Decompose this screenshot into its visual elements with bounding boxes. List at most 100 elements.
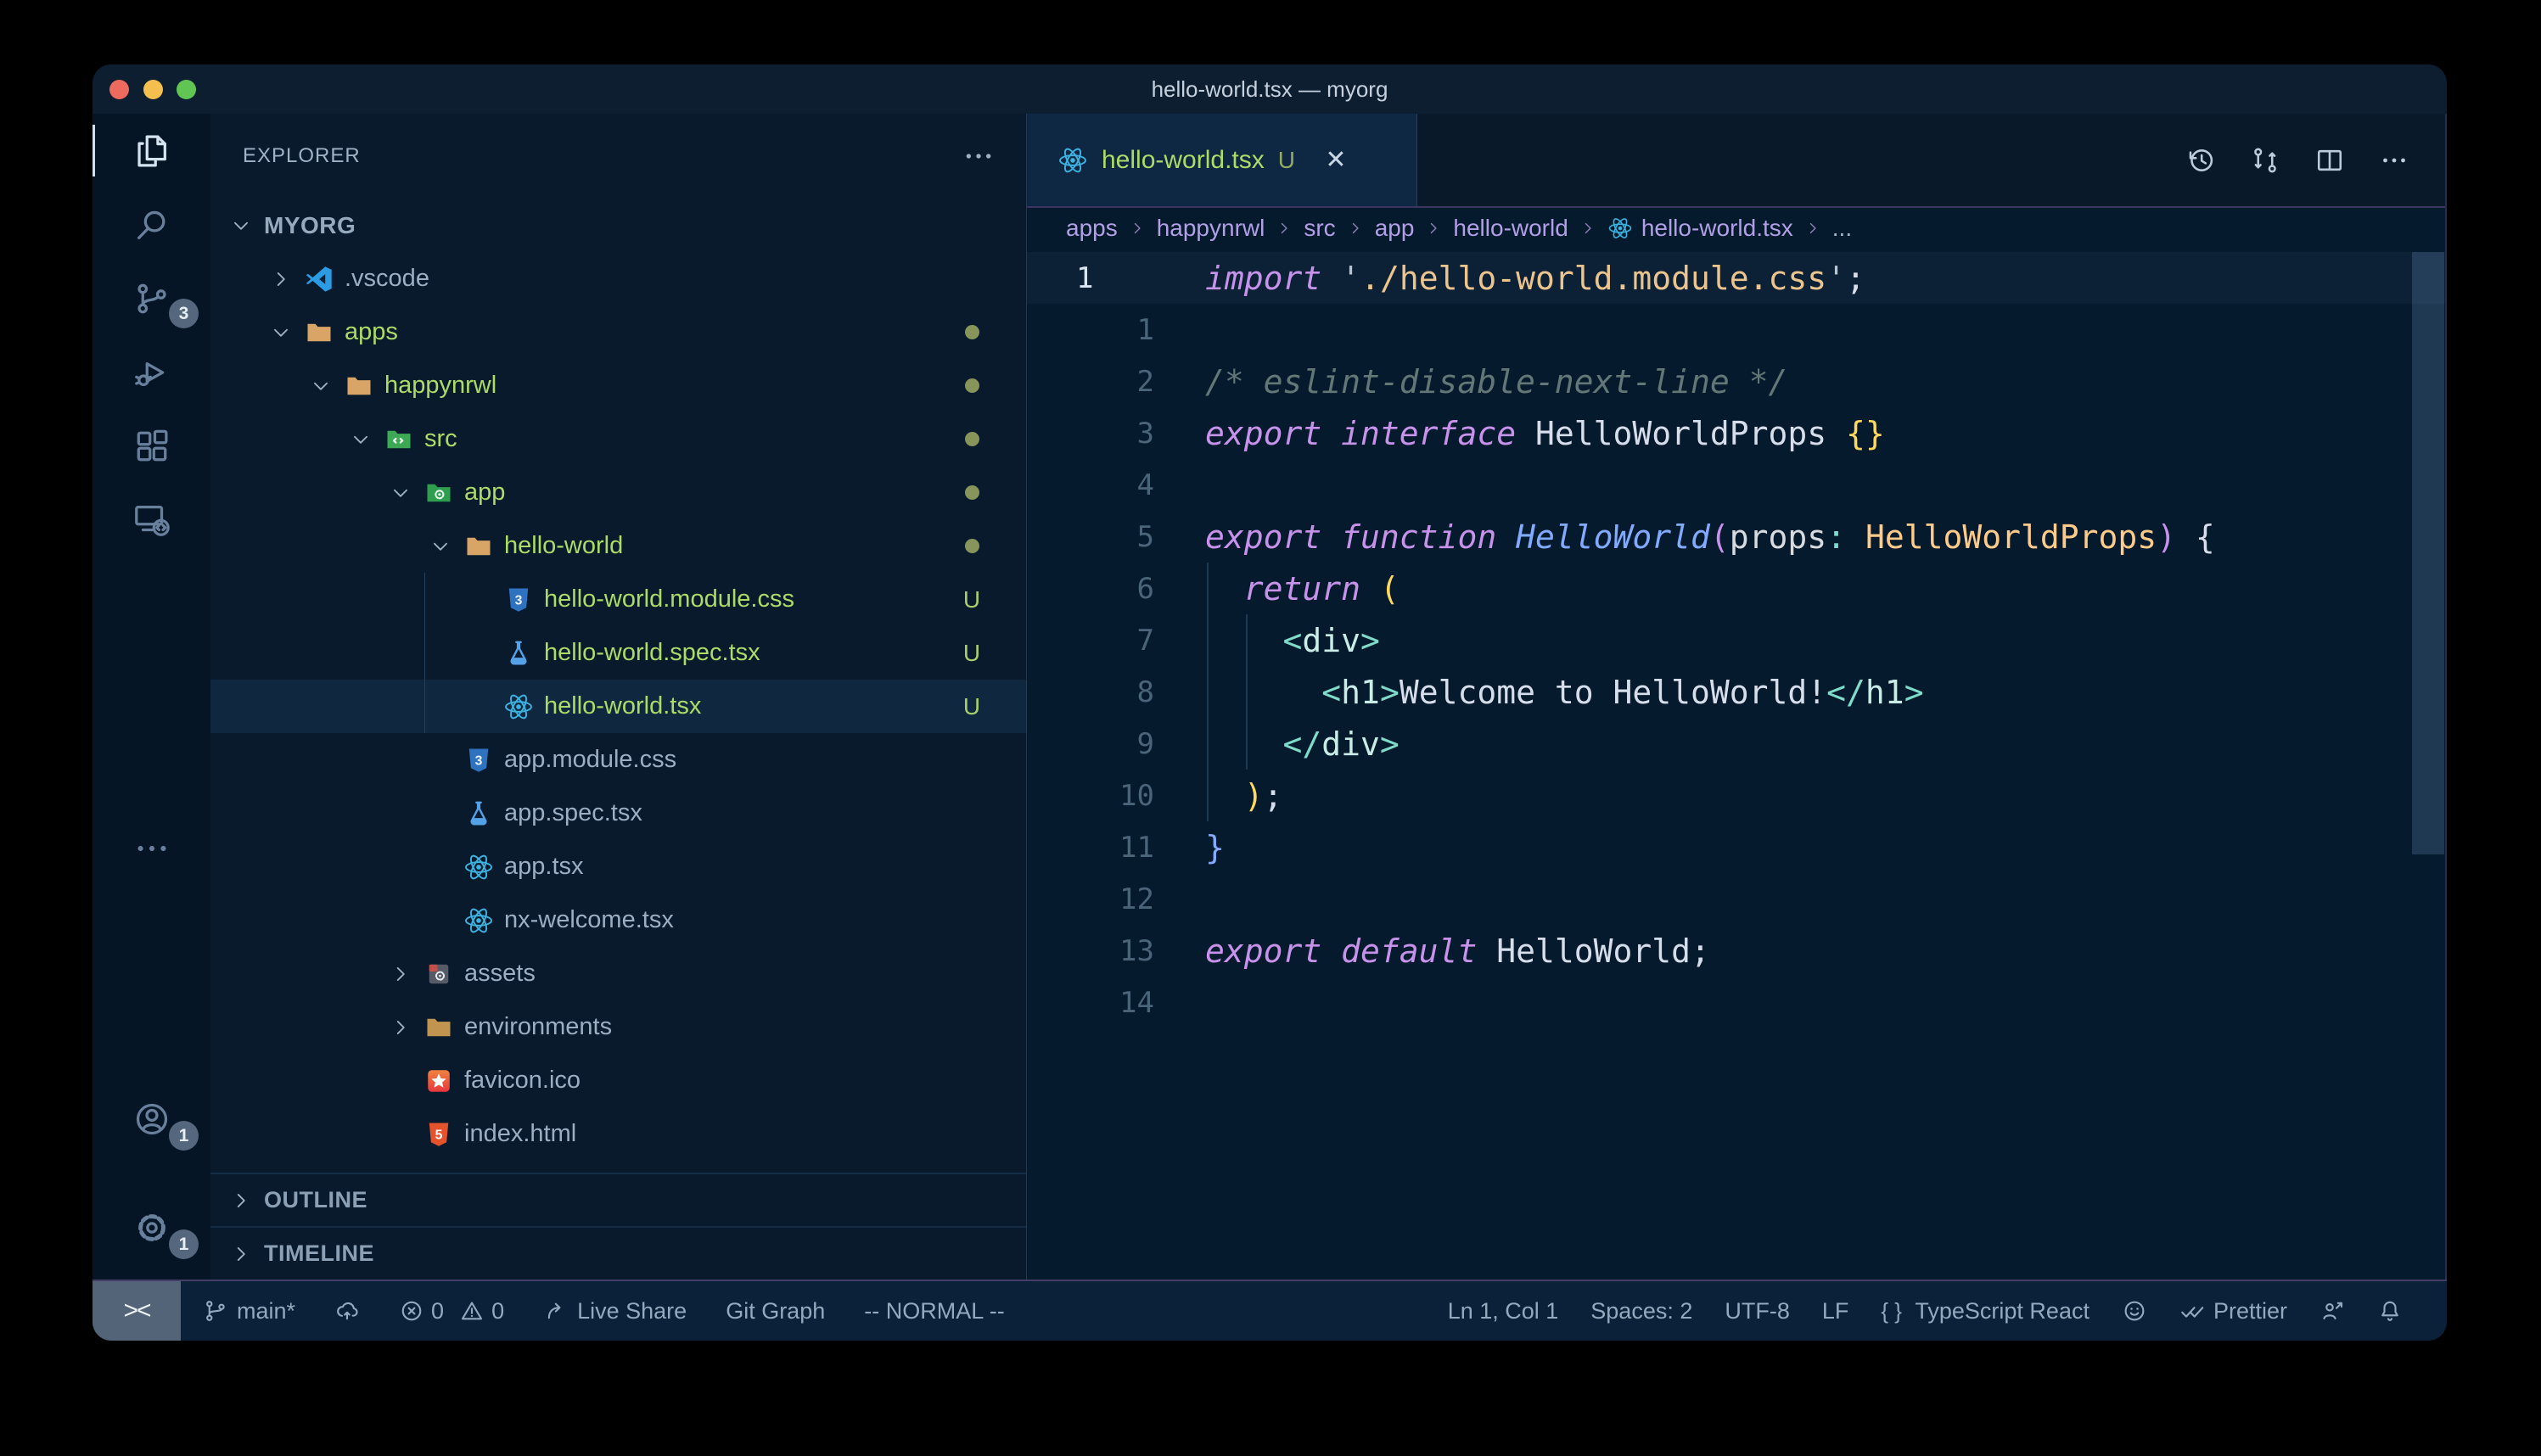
tree-item-app[interactable]: app <box>210 466 1026 519</box>
status-problems[interactable]: 00 <box>399 1298 504 1324</box>
tab-hello-world-tsx[interactable]: hello-world.tsx U ✕ <box>1027 114 1417 206</box>
folder-open-icon <box>344 371 374 401</box>
tree-root-myorg[interactable]: MYORG <box>210 199 1026 252</box>
code-line[interactable]: 5export function HelloWorld(props: Hello… <box>1027 511 2447 563</box>
open-changes-icon[interactable] <box>2250 145 2280 176</box>
tree-item-index-html[interactable]: 5index.html <box>210 1107 1026 1161</box>
code-line[interactable]: 14 <box>1027 977 2447 1028</box>
tree-item-hello-world-module-css[interactable]: 3hello-world.module.cssU <box>210 573 1026 626</box>
editor-scrollbar[interactable] <box>2412 252 2444 854</box>
status-label: -- NORMAL -- <box>864 1298 1004 1324</box>
line-number: 1 <box>1027 313 1154 347</box>
status-bar: >< main* 00 Live Share Git Graph -- NORMAL -… <box>93 1280 2447 1341</box>
section-label: OUTLINE <box>264 1187 367 1213</box>
close-tab-icon[interactable]: ✕ <box>1319 143 1353 177</box>
code-line[interactable]: 8 <h1>Welcome to HelloWorld!</h1> <box>1027 666 2447 718</box>
activity-bar-item-remote-explorer[interactable] <box>93 483 210 557</box>
double-check-icon <box>2179 1298 2205 1324</box>
line-number: 10 <box>1027 779 1154 813</box>
activity-bar-item-explorer[interactable] <box>93 114 210 188</box>
tree-item-src[interactable]: src <box>210 412 1026 466</box>
chevron-right-icon <box>390 963 424 985</box>
activity-bar-item-accounts[interactable]: 1 <box>93 1081 210 1157</box>
code-line[interactable]: 6 return ( <box>1027 563 2447 614</box>
activity-bar-item-run-and-debug[interactable] <box>93 335 210 409</box>
tree-item-label: hello-world.module.css <box>544 585 794 613</box>
code-line[interactable]: 13export default HelloWorld; <box>1027 925 2447 977</box>
tree-item-app-module-css[interactable]: 3app.module.css <box>210 733 1026 787</box>
activity-bar-item-source-control[interactable]: 3 <box>93 261 210 335</box>
status-language-mode[interactable]: { }TypeScript React <box>1881 1298 2089 1324</box>
breadcrumb-item-hello-world-tsx[interactable]: hello-world.tsx <box>1607 215 1793 242</box>
tree-item-app-tsx[interactable]: app.tsx <box>210 840 1026 893</box>
live-share-icon <box>543 1298 569 1324</box>
status-encoding[interactable]: UTF-8 <box>1725 1298 1790 1324</box>
extensions-icon <box>132 427 171 466</box>
code-line[interactable]: 3export interface HelloWorldProps {} <box>1027 407 2447 459</box>
tree-item-app-spec-tsx[interactable]: app.spec.tsx <box>210 787 1026 840</box>
code-line[interactable]: 12 <box>1027 873 2447 925</box>
activity-bar-item-manage[interactable]: 1 <box>93 1190 210 1266</box>
breadcrumb-item-apps[interactable]: apps <box>1066 215 1118 242</box>
tree-item-apps[interactable]: apps <box>210 305 1026 359</box>
activity-bar-item-search[interactable] <box>93 188 210 261</box>
status-indentation[interactable]: Spaces: 2 <box>1590 1298 1692 1324</box>
tree-item-hello-world[interactable]: hello-world <box>210 519 1026 573</box>
breadcrumb-item-app[interactable]: app <box>1375 215 1415 242</box>
code-line[interactable]: 4 <box>1027 459 2447 511</box>
html5-icon: 5 <box>424 1119 454 1150</box>
code-line[interactable]: 1import './hello-world.module.css'; <box>1027 252 2447 304</box>
warning-icon <box>459 1298 485 1324</box>
section-outline[interactable]: OUTLINE <box>210 1173 1026 1226</box>
status-git-branch[interactable]: main* <box>203 1298 295 1324</box>
more-actions-icon[interactable] <box>2379 145 2409 176</box>
status-publish-changes[interactable] <box>334 1298 360 1324</box>
status-cursor-position[interactable]: Ln 1, Col 1 <box>1448 1298 1559 1324</box>
breadcrumb-label: hello-world <box>1453 215 1568 242</box>
tree-item-label: apps <box>345 318 398 346</box>
breadcrumb-item--[interactable]: ... <box>1832 215 1852 242</box>
code-line[interactable]: 7 <div> <box>1027 614 2447 666</box>
breadcrumb-separator-icon <box>1425 220 1442 237</box>
code-line[interactable]: 2/* eslint-disable-next-line */ <box>1027 356 2447 407</box>
status-prettier[interactable]: Prettier <box>2179 1298 2287 1324</box>
code-line[interactable]: 11} <box>1027 821 2447 873</box>
status-git-graph[interactable]: Git Graph <box>726 1298 825 1324</box>
status-eol[interactable]: LF <box>1822 1298 1849 1324</box>
breadcrumb-item-hello-world[interactable]: hello-world <box>1453 215 1568 242</box>
status-label: Ln 1, Col 1 <box>1448 1298 1559 1324</box>
split-editor-icon[interactable] <box>2314 145 2345 176</box>
tree-item-happynrwl[interactable]: happynrwl <box>210 359 1026 412</box>
activity-bar-item-extensions[interactable] <box>93 409 210 483</box>
status-feedback[interactable] <box>2122 1298 2147 1324</box>
tree-item-favicon-ico[interactable]: favicon.ico <box>210 1054 1026 1107</box>
explorer-more-actions-icon[interactable] <box>962 139 996 173</box>
activity-bar-item-more[interactable] <box>93 811 210 885</box>
tree-item-nx-welcome-tsx[interactable]: nx-welcome.tsx <box>210 893 1026 947</box>
code-line[interactable]: 1 <box>1027 304 2447 356</box>
breadcrumb-item-happynrwl[interactable]: happynrwl <box>1157 215 1265 242</box>
code-line[interactable]: 9 </div> <box>1027 718 2447 770</box>
remote-indicator[interactable]: >< <box>93 1281 181 1341</box>
tree-item-assets[interactable]: assets <box>210 947 1026 1000</box>
tree-item--vscode[interactable]: .vscode <box>210 252 1026 305</box>
line-number: 14 <box>1027 986 1154 1020</box>
tree-item-hello-world-tsx[interactable]: hello-world.tsxU <box>210 680 1026 733</box>
test-tsx-icon <box>463 798 494 829</box>
tree-item-hello-world-spec-tsx[interactable]: hello-world.spec.tsxU <box>210 626 1026 680</box>
status-live-share[interactable]: Live Share <box>543 1298 687 1324</box>
code-line[interactable]: 10 ); <box>1027 770 2447 821</box>
status-vim-mode[interactable]: -- NORMAL -- <box>864 1298 1004 1324</box>
code-editor[interactable]: 1import './hello-world.module.css'; 1 2/* … <box>1027 248 2447 1280</box>
tree-item-environments[interactable]: environments <box>210 1000 1026 1054</box>
status-notifications[interactable] <box>2377 1298 2403 1324</box>
git-untracked-badge: U <box>956 693 987 720</box>
open-timeline-icon[interactable] <box>2185 145 2216 176</box>
section-timeline[interactable]: TIMELINE <box>210 1226 1026 1280</box>
code-text: </div> <box>1205 725 1400 763</box>
breadcrumb-label: happynrwl <box>1157 215 1265 242</box>
status-share-session[interactable] <box>2319 1298 2345 1324</box>
tree-item-label: app.module.css <box>504 746 676 774</box>
breadcrumb-item-src[interactable]: src <box>1304 215 1335 242</box>
line-number: 13 <box>1027 934 1154 968</box>
